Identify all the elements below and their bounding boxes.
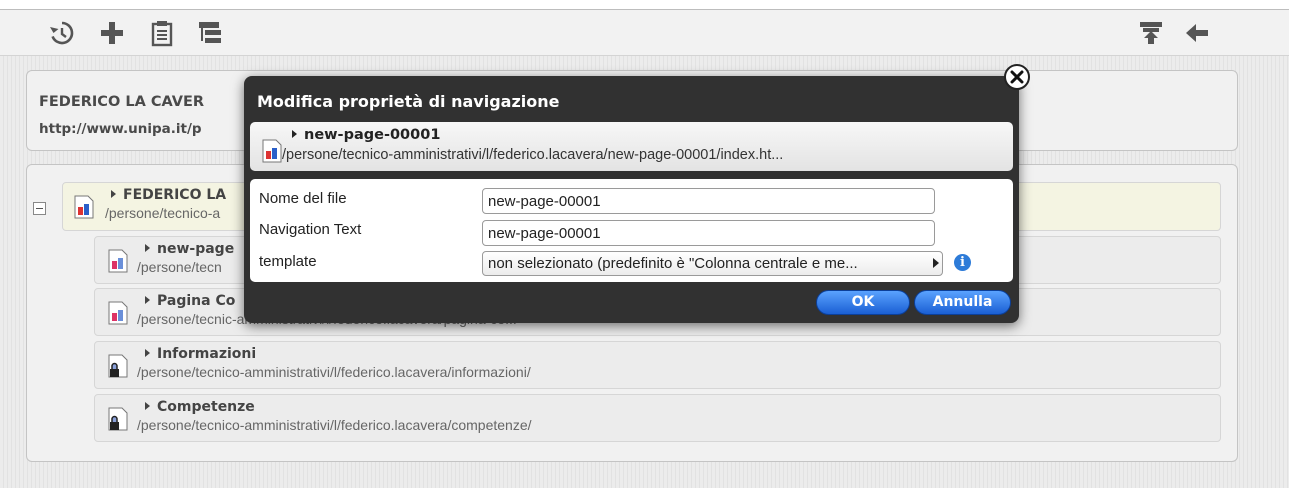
expand-triangle-icon[interactable] — [145, 244, 150, 252]
history-icon[interactable] — [48, 19, 76, 47]
info-icon[interactable]: i — [954, 254, 971, 271]
tree-node-title: Informazioni — [157, 346, 257, 362]
page-icon — [108, 301, 128, 325]
page-icon — [74, 195, 94, 219]
locked-page-icon — [108, 407, 128, 431]
tree-node-path: /persone/tecnico-amministrativi/l/federi… — [137, 417, 532, 433]
expand-triangle-icon — [292, 130, 297, 138]
expand-triangle-icon[interactable] — [145, 296, 150, 304]
filename-input[interactable]: new-page-00001 — [482, 188, 935, 214]
collapse-toggle[interactable] — [33, 202, 46, 215]
dialog-page-title: new-page-00001 — [304, 127, 441, 143]
page-owner-name: FEDERICO LA CAVER — [39, 94, 205, 110]
page-icon — [262, 139, 282, 163]
expand-triangle-icon[interactable] — [145, 349, 150, 357]
dialog-title: Modifica proprietà di navigazione — [257, 92, 560, 111]
dialog-page-header: new-page-00001 /persone/tecnico-amminist… — [250, 122, 1013, 171]
tree-structure-icon[interactable] — [196, 19, 224, 47]
toolbar — [0, 10, 1289, 56]
tree-node-path: /persone/tecnico-a — [105, 205, 221, 221]
navigation-text-input[interactable]: new-page-00001 — [482, 220, 935, 246]
tree-node-title: FEDERICO LA — [123, 187, 227, 203]
dialog-page-path: /persone/tecnico-amministrativi/l/federi… — [282, 147, 784, 163]
tree-node-path: /persone/tecn — [137, 259, 222, 275]
page-url: http://www.unipa.it/p — [39, 121, 202, 137]
tree-node[interactable]: Informazioni /persone/tecnico-amministra… — [94, 341, 1221, 389]
move-up-icon[interactable] — [1137, 19, 1165, 47]
page-icon — [108, 249, 128, 273]
top-edge-bar — [0, 0, 1289, 10]
tree-node-title: Pagina Co — [157, 293, 236, 309]
back-arrow-icon[interactable] — [1183, 19, 1211, 47]
template-select[interactable]: non selezionato (predefinito è "Colonna … — [482, 251, 943, 276]
dialog-form: Nome del file new-page-00001 Navigation … — [250, 179, 1013, 282]
select-arrow-icon — [933, 258, 939, 268]
template-select-value: non selezionato (predefinito è "Colonna … — [488, 255, 858, 272]
close-icon[interactable] — [1004, 64, 1030, 90]
tree-node-title: Competenze — [157, 399, 255, 415]
tree-node-path: /persone/tecnico-amministrativi/l/federi… — [137, 364, 531, 380]
tree-node-title: new-page — [157, 241, 235, 257]
tree-node[interactable]: Competenze /persone/tecnico-amministrati… — [94, 394, 1221, 442]
cancel-button[interactable]: Annulla — [914, 290, 1011, 315]
add-icon[interactable] — [98, 19, 126, 47]
filename-label: Nome del file — [259, 190, 347, 207]
clipboard-icon[interactable] — [148, 19, 176, 47]
navigation-text-label: Navigation Text — [259, 221, 362, 238]
navigation-properties-dialog: Modifica proprietà di navigazione new-pa… — [244, 76, 1019, 323]
locked-page-icon — [108, 354, 128, 378]
template-label: template — [259, 253, 317, 270]
expand-triangle-icon[interactable] — [145, 402, 150, 410]
expand-triangle-icon[interactable] — [111, 190, 116, 198]
tree-node-path: /persone/tecnic — [137, 311, 232, 327]
ok-button[interactable]: OK — [816, 290, 910, 315]
